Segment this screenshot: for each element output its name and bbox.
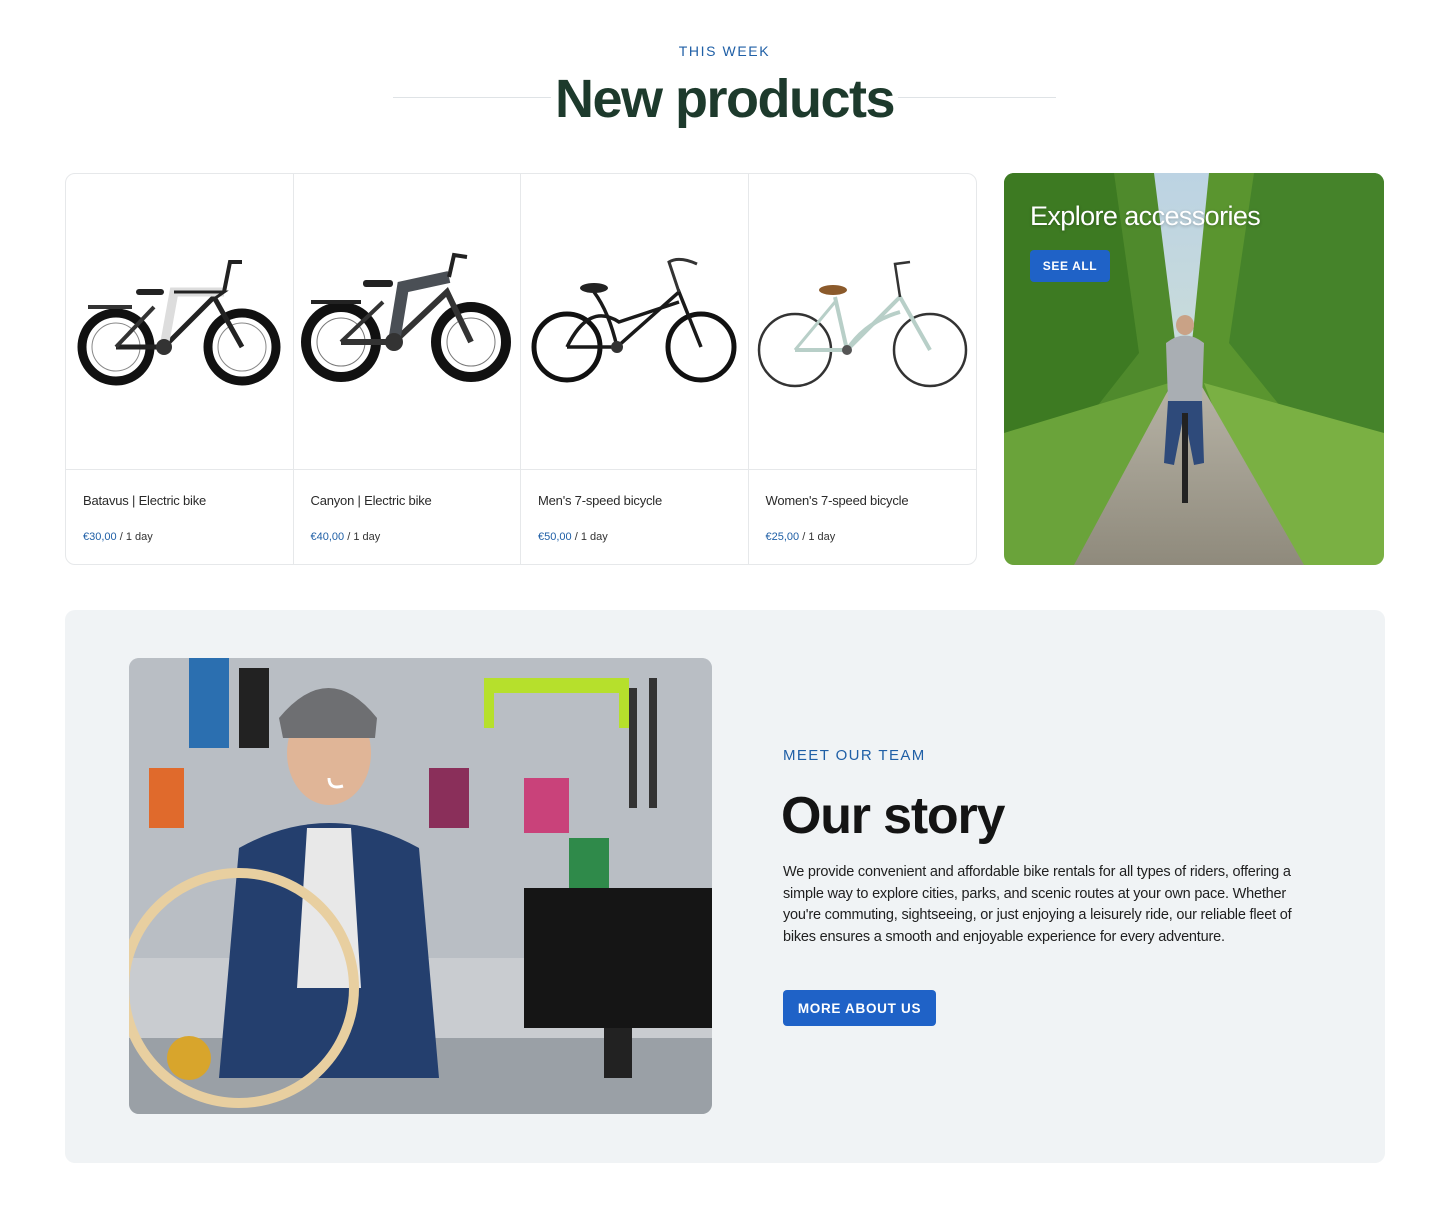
product-name[interactable]: Batavus | Electric bike [83, 493, 206, 508]
product-price: €50,00 [538, 531, 572, 543]
product-name[interactable]: Men's 7-speed bicycle [538, 493, 662, 508]
story-eyebrow: MEET OUR TEAM [783, 747, 926, 764]
product-grid: Batavus | Electric bike €30,00 / 1 day C… [65, 173, 977, 565]
product-price-row: €50,00 / 1 day [538, 531, 608, 543]
team-member-photo [129, 658, 712, 1114]
story-title: Our story [781, 787, 1005, 845]
story-body: We provide convenient and affordable bik… [783, 864, 1292, 946]
section-eyebrow: THIS WEEK [678, 43, 771, 59]
accessories-title: Explore accessories [1030, 201, 1261, 231]
product-price: €30,00 [83, 531, 117, 543]
product-card[interactable]: Canyon | Electric bike €40,00 / 1 day [293, 174, 521, 564]
product-period: / 1 day [344, 531, 381, 543]
electric-bike-grey-icon [301, 252, 512, 382]
see-all-button[interactable]: SEE ALL [1030, 250, 1110, 282]
product-price: €40,00 [310, 531, 345, 543]
product-card[interactable]: Men's 7-speed bicycle €50,00 / 1 day [521, 174, 749, 564]
section-title-wrap: New products [0, 66, 1449, 132]
product-price-row: €25,00 / 1 day [766, 531, 836, 543]
product-name[interactable]: Women's 7-speed bicycle [766, 493, 909, 508]
product-image[interactable] [521, 174, 748, 470]
product-image[interactable] [293, 174, 520, 470]
product-price-row: €30,00 / 1 day [83, 531, 153, 543]
section-title: New products [554, 69, 896, 129]
product-price-row: €40,00 / 1 day [311, 531, 381, 543]
electric-bike-white-icon [77, 259, 281, 385]
cruiser-bike-black-icon [531, 257, 737, 382]
product-image[interactable] [66, 174, 293, 470]
more-about-us-button[interactable]: MORE ABOUT US [783, 990, 936, 1026]
product-image[interactable] [748, 174, 976, 470]
product-card[interactable]: Batavus | Electric bike €30,00 / 1 day [66, 174, 294, 564]
story-section: MEET OUR TEAM Our story We provide conve… [65, 610, 1385, 1163]
product-period: / 1 day [799, 531, 836, 543]
city-bike-mint-icon [757, 260, 967, 387]
product-period: / 1 day [571, 531, 608, 543]
product-price: €25,00 [765, 531, 800, 543]
product-name[interactable]: Canyon | Electric bike [311, 493, 432, 508]
bike-shop-photo [129, 658, 712, 1114]
product-period: / 1 day [116, 531, 153, 543]
accessories-card[interactable]: Explore accessories SEE ALL [1004, 173, 1384, 565]
product-card[interactable]: Women's 7-speed bicycle €25,00 / 1 day [748, 174, 976, 564]
